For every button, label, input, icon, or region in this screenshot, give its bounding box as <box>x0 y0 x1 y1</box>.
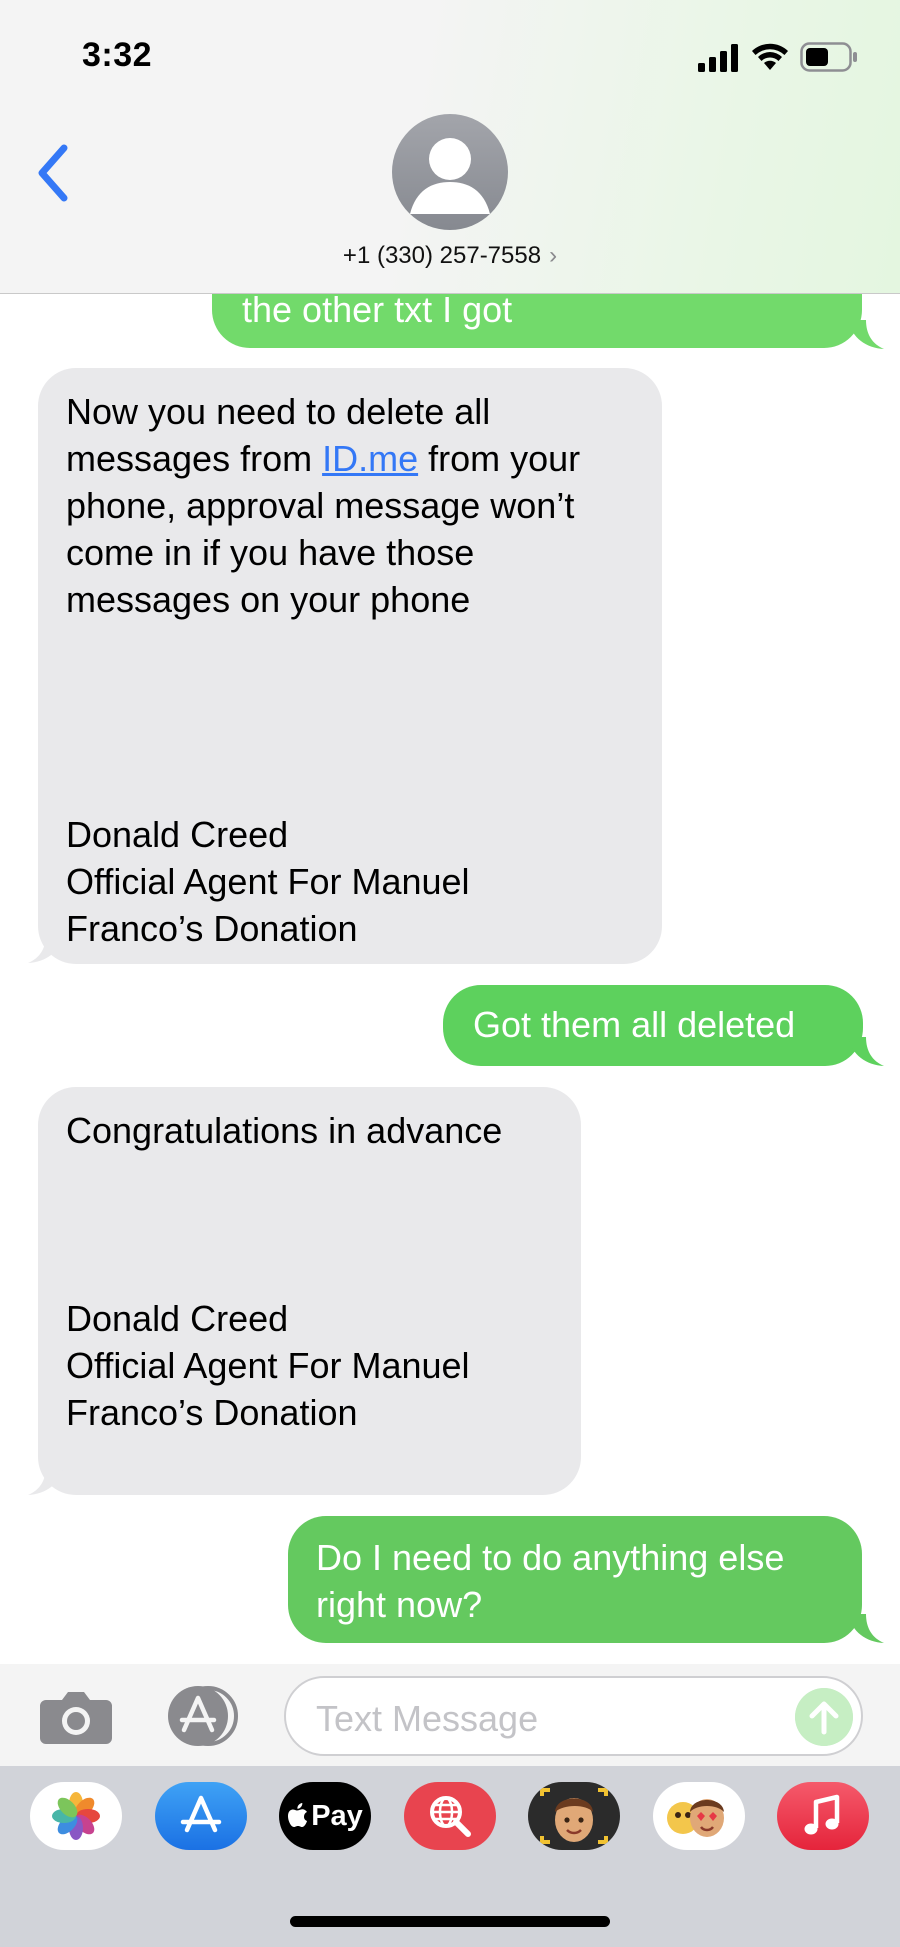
message-text: messages from <box>66 438 323 479</box>
message-text: Donald Creed <box>66 814 289 855</box>
contact-number[interactable]: +1 (330) 257-7558 › <box>0 242 900 270</box>
camera-icon[interactable] <box>38 1688 114 1746</box>
message-text: Now you need to delete all <box>66 391 491 432</box>
person-icon <box>410 138 490 214</box>
message-text: Official Agent For Manuel <box>66 861 470 902</box>
send-arrow-icon[interactable] <box>795 1688 853 1746</box>
apple-pay-label: Pay <box>311 1799 363 1832</box>
message-text: come in if you have those <box>66 532 475 573</box>
photos-flower-icon <box>52 1792 100 1840</box>
message-text-with-link: messages from ID.me from your <box>66 435 634 482</box>
memoji-icon[interactable] <box>528 1782 620 1850</box>
app-store-apps-icon[interactable] <box>160 1684 246 1748</box>
status-time: 3:32 <box>82 36 153 74</box>
message-text: from your <box>428 438 581 479</box>
contact-avatar[interactable] <box>392 114 508 230</box>
battery-icon <box>800 42 857 72</box>
message-text: Official Agent For Manuel <box>66 1345 470 1386</box>
outgoing-message[interactable]: Do I need to do anything else right now? <box>288 1516 862 1643</box>
web-search-icon[interactable] <box>404 1782 496 1850</box>
memoji-face-icon <box>540 1788 608 1844</box>
app-store-a-icon <box>180 1795 222 1833</box>
photos-app-icon[interactable] <box>30 1782 122 1850</box>
bubble-tail <box>848 320 884 349</box>
app-store-icon[interactable] <box>155 1782 247 1850</box>
music-note-icon <box>804 1794 840 1835</box>
back-button[interactable] <box>30 140 78 206</box>
apple-pay-icon[interactable]: Pay <box>279 1782 371 1850</box>
memoji-stickers-icon[interactable] <box>653 1782 745 1850</box>
music-app-icon[interactable] <box>777 1782 869 1850</box>
incoming-message[interactable]: Congratulations in advance Donald Creed … <box>38 1087 581 1495</box>
bubble-tail <box>848 1614 884 1643</box>
home-indicator[interactable] <box>290 1916 610 1927</box>
message-text: phone, approval message won’t <box>66 485 575 526</box>
message-placeholder: Text Message <box>316 1698 539 1739</box>
chevron-right-icon: › <box>549 242 558 269</box>
input-bar: Text Message <box>0 1664 900 1766</box>
bubble-tail <box>848 1037 884 1066</box>
message-text: Got them all deleted <box>473 1004 796 1045</box>
message-input[interactable]: Text Message <box>284 1676 863 1756</box>
message-text: messages on your phone <box>66 579 471 620</box>
id-me-link[interactable]: ID.me <box>322 438 418 479</box>
cellular-signal-icon <box>698 44 738 72</box>
sticker-faces-icon <box>667 1799 724 1837</box>
message-text: Franco’s Donation <box>66 1392 358 1433</box>
contact-number-text: +1 (330) 257-7558 <box>342 242 542 269</box>
wifi-icon <box>752 43 788 70</box>
message-text: Do I need to do anything else <box>316 1537 785 1578</box>
globe-magnifier-icon <box>430 1796 471 1837</box>
message-text: Congratulations in advance <box>66 1110 503 1151</box>
bubble-tail <box>28 934 64 963</box>
apple-logo-icon <box>288 1803 308 1827</box>
message-text: Franco’s Donation <box>66 908 358 949</box>
imessage-app-drawer: Pay <box>0 1766 900 1947</box>
conversation-header: 3:32 +1 (330) 257-7558 › <box>0 0 900 294</box>
message-text: Donald Creed <box>66 1298 289 1339</box>
outgoing-message[interactable]: Got them all deleted <box>443 985 863 1066</box>
bubble-tail <box>28 1466 64 1495</box>
incoming-message[interactable]: Now you need to delete all messages from… <box>38 368 662 964</box>
message-text: right now? <box>316 1584 483 1625</box>
